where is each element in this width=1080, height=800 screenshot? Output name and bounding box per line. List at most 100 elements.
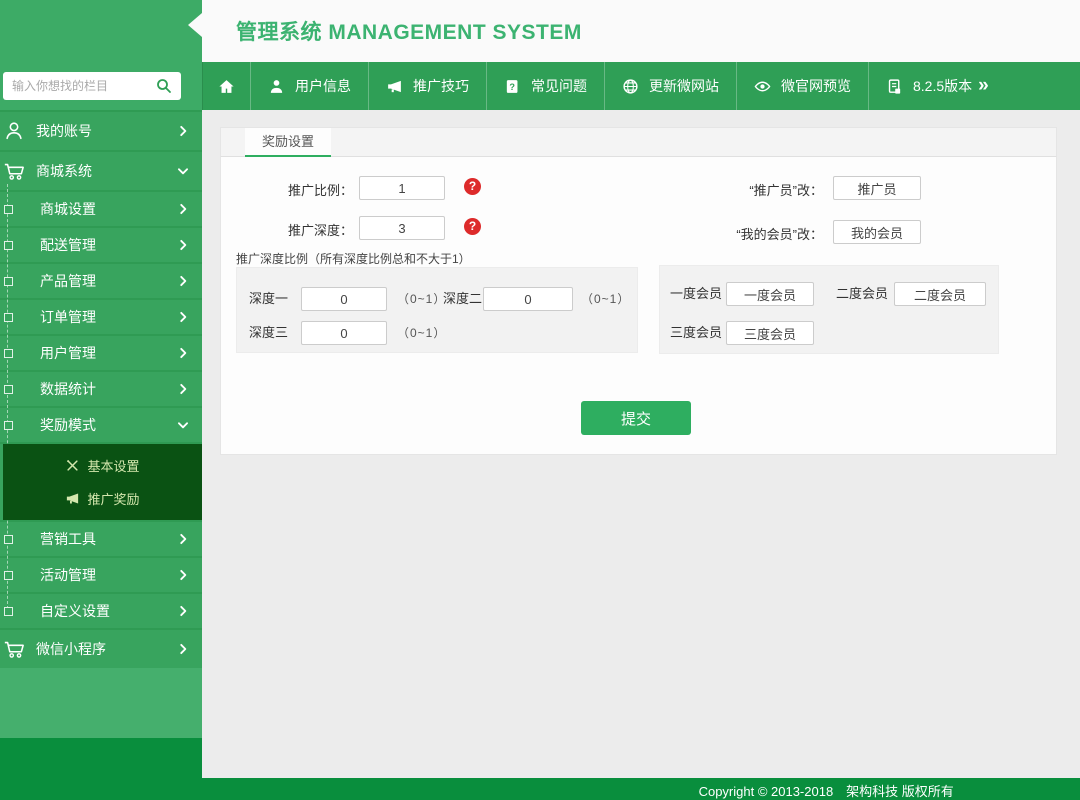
member-rename-label: “我的会员”改： (623, 223, 823, 247)
nav-item-update-site[interactable]: 更新微网站 (604, 62, 736, 110)
tab-reward-settings[interactable]: 奖励设置 (245, 128, 331, 157)
user-outline-icon (3, 120, 25, 142)
member1-label: 一度会员 (670, 282, 722, 306)
sidebar-menu: 我的账号 商城系统 (0, 110, 202, 668)
reward-mode-submenu: 基本设置 推广奖励 (0, 444, 202, 520)
depth2-label: 深度二 (443, 287, 482, 311)
search-box[interactable] (3, 72, 181, 100)
page-header: 管理系统 MANAGEMENT SYSTEM (202, 0, 1080, 62)
sidebar-item-label: 订单管理 (40, 307, 176, 327)
sidebar-item-my-account[interactable]: 我的账号 (0, 112, 202, 150)
sidebar-item-label: 活动管理 (40, 565, 176, 585)
sidebar-item-products[interactable]: 产品管理 (0, 264, 202, 298)
panel-body: 推广比例： ? “推广员”改： 推广深度： ? “我的会员”改： 推广深度比例（… (220, 157, 1057, 455)
sidebar-item-shop-settings[interactable]: 商城设置 (0, 192, 202, 226)
tab-bar: 奖励设置 (220, 127, 1057, 157)
sidebar-item-label: 用户管理 (40, 343, 176, 363)
sidebar-item-label: 产品管理 (40, 271, 176, 291)
depth2-input[interactable] (483, 287, 573, 311)
depth2-hint: （0~1） (581, 287, 630, 311)
nav-label: 更新微网站 (649, 76, 719, 96)
chevron-down-icon (176, 164, 190, 178)
shop-system-submenu: 商城设置 配送管理 产品管理 (0, 192, 202, 628)
chevron-right-icon (176, 532, 190, 546)
nav-item-version[interactable]: 8.2.5版本 » (868, 62, 1004, 110)
svg-text:?: ? (509, 82, 515, 92)
depth-ratio-caption: 推广深度比例（所有深度比例总和不大于1） (236, 250, 471, 267)
main-content: 奖励设置 推广比例： ? “推广员”改： 推广深度： ? “我的会员”改： (202, 110, 1080, 778)
depth1-input[interactable] (301, 287, 387, 311)
submit-button[interactable]: 提交 (581, 401, 691, 435)
depth-ratio-box: 深度一 （0~1） 深度二 （0~1） 深度三 （0~1） (236, 267, 638, 353)
sidebar-item-label: 自定义设置 (40, 601, 176, 621)
chevron-right-icon (176, 310, 190, 324)
chevron-right-icon (176, 382, 190, 396)
promo-depth-help-icon[interactable]: ? (464, 218, 481, 235)
chevron-right-icon (176, 568, 190, 582)
nav-item-home[interactable] (203, 62, 250, 110)
sidebar-item-reward-mode[interactable]: 奖励模式 (0, 408, 202, 442)
sidebar-item-label: 商城设置 (40, 199, 176, 219)
chevron-down-icon (176, 418, 190, 432)
sidebar-item-delivery[interactable]: 配送管理 (0, 228, 202, 262)
member3-input[interactable] (726, 321, 814, 345)
depth3-input[interactable] (301, 321, 387, 345)
sidebar-item-label: 推广奖励 (87, 489, 139, 508)
nav-label: 8.2.5版本 (913, 76, 972, 96)
nav-item-site-preview[interactable]: 微官网预览 (736, 62, 868, 110)
sidebar-item-promo-reward[interactable]: 推广奖励 (3, 482, 202, 515)
nav-label: 用户信息 (295, 76, 351, 96)
sidebar-item-marketing-tools[interactable]: 营销工具 (0, 522, 202, 556)
sidebar-item-activities[interactable]: 活动管理 (0, 558, 202, 592)
tools-icon (65, 458, 80, 473)
nav-item-faq[interactable]: ? 常见问题 (486, 62, 604, 110)
promoter-rename-label: “推广员”改： (623, 179, 823, 203)
header-notch (188, 13, 202, 37)
depth1-hint: （0~1） (397, 287, 446, 311)
promoter-rename-input[interactable] (833, 176, 921, 200)
sidebar-item-statistics[interactable]: 数据统计 (0, 372, 202, 406)
member-rename-input[interactable] (833, 220, 921, 244)
promo-ratio-help-icon[interactable]: ? (464, 178, 481, 195)
search-input[interactable] (12, 79, 155, 93)
depth3-label: 深度三 (249, 321, 288, 345)
app-title: 管理系统 MANAGEMENT SYSTEM (202, 16, 582, 46)
sidebar-item-orders[interactable]: 订单管理 (0, 300, 202, 334)
sidebar-item-label: 数据统计 (40, 379, 176, 399)
sidebar-item-shop-system[interactable]: 商城系统 (0, 152, 202, 190)
sidebar-item-label: 基本设置 (87, 456, 139, 475)
nav-label: 常见问题 (531, 76, 587, 96)
globe-icon (622, 78, 639, 95)
sidebar-item-label: 商城系统 (36, 161, 176, 181)
chevron-right-icon (176, 202, 190, 216)
sidebar-item-basic-settings[interactable]: 基本设置 (3, 449, 202, 482)
sidebar-item-label: 营销工具 (40, 529, 176, 549)
member3-label: 三度会员 (670, 321, 722, 345)
sidebar: 我的账号 商城系统 (0, 110, 202, 778)
footer: Copyright © 2013-2018 架构科技 版权所有 (0, 778, 1080, 800)
member2-label: 二度会员 (836, 282, 888, 306)
nav-item-promo-tips[interactable]: 推广技巧 (368, 62, 486, 110)
user-icon (268, 78, 285, 95)
member1-input[interactable] (726, 282, 814, 306)
search-icon[interactable] (155, 77, 173, 95)
reward-settings-panel: 奖励设置 推广比例： ? “推广员”改： 推广深度： ? “我的会员”改： (220, 127, 1057, 455)
app-root: 管理系统 MANAGEMENT SYSTEM (0, 0, 1080, 800)
sidebar-item-label: 我的账号 (36, 121, 176, 141)
cart-icon (3, 638, 25, 660)
copyright-text: Copyright © 2013-2018 架构科技 版权所有 (699, 781, 954, 800)
nav-label: 微官网预览 (781, 76, 851, 96)
sidebar-item-users[interactable]: 用户管理 (0, 336, 202, 370)
version-icon (886, 78, 903, 95)
nav-label: 推广技巧 (413, 76, 469, 96)
sidebar-item-custom-settings[interactable]: 自定义设置 (0, 594, 202, 628)
promo-ratio-input[interactable] (359, 176, 445, 200)
promo-depth-label: 推广深度： (221, 219, 353, 243)
member2-input[interactable] (894, 282, 986, 306)
megaphone-icon (386, 78, 403, 95)
promo-depth-input[interactable] (359, 216, 445, 240)
sidebar-item-wechat-miniprogram[interactable]: 微信小程序 (0, 630, 202, 668)
nav-item-user-info[interactable]: 用户信息 (250, 62, 368, 110)
sidebar-item-label: 奖励模式 (40, 415, 176, 435)
depth3-hint: （0~1） (397, 321, 446, 345)
